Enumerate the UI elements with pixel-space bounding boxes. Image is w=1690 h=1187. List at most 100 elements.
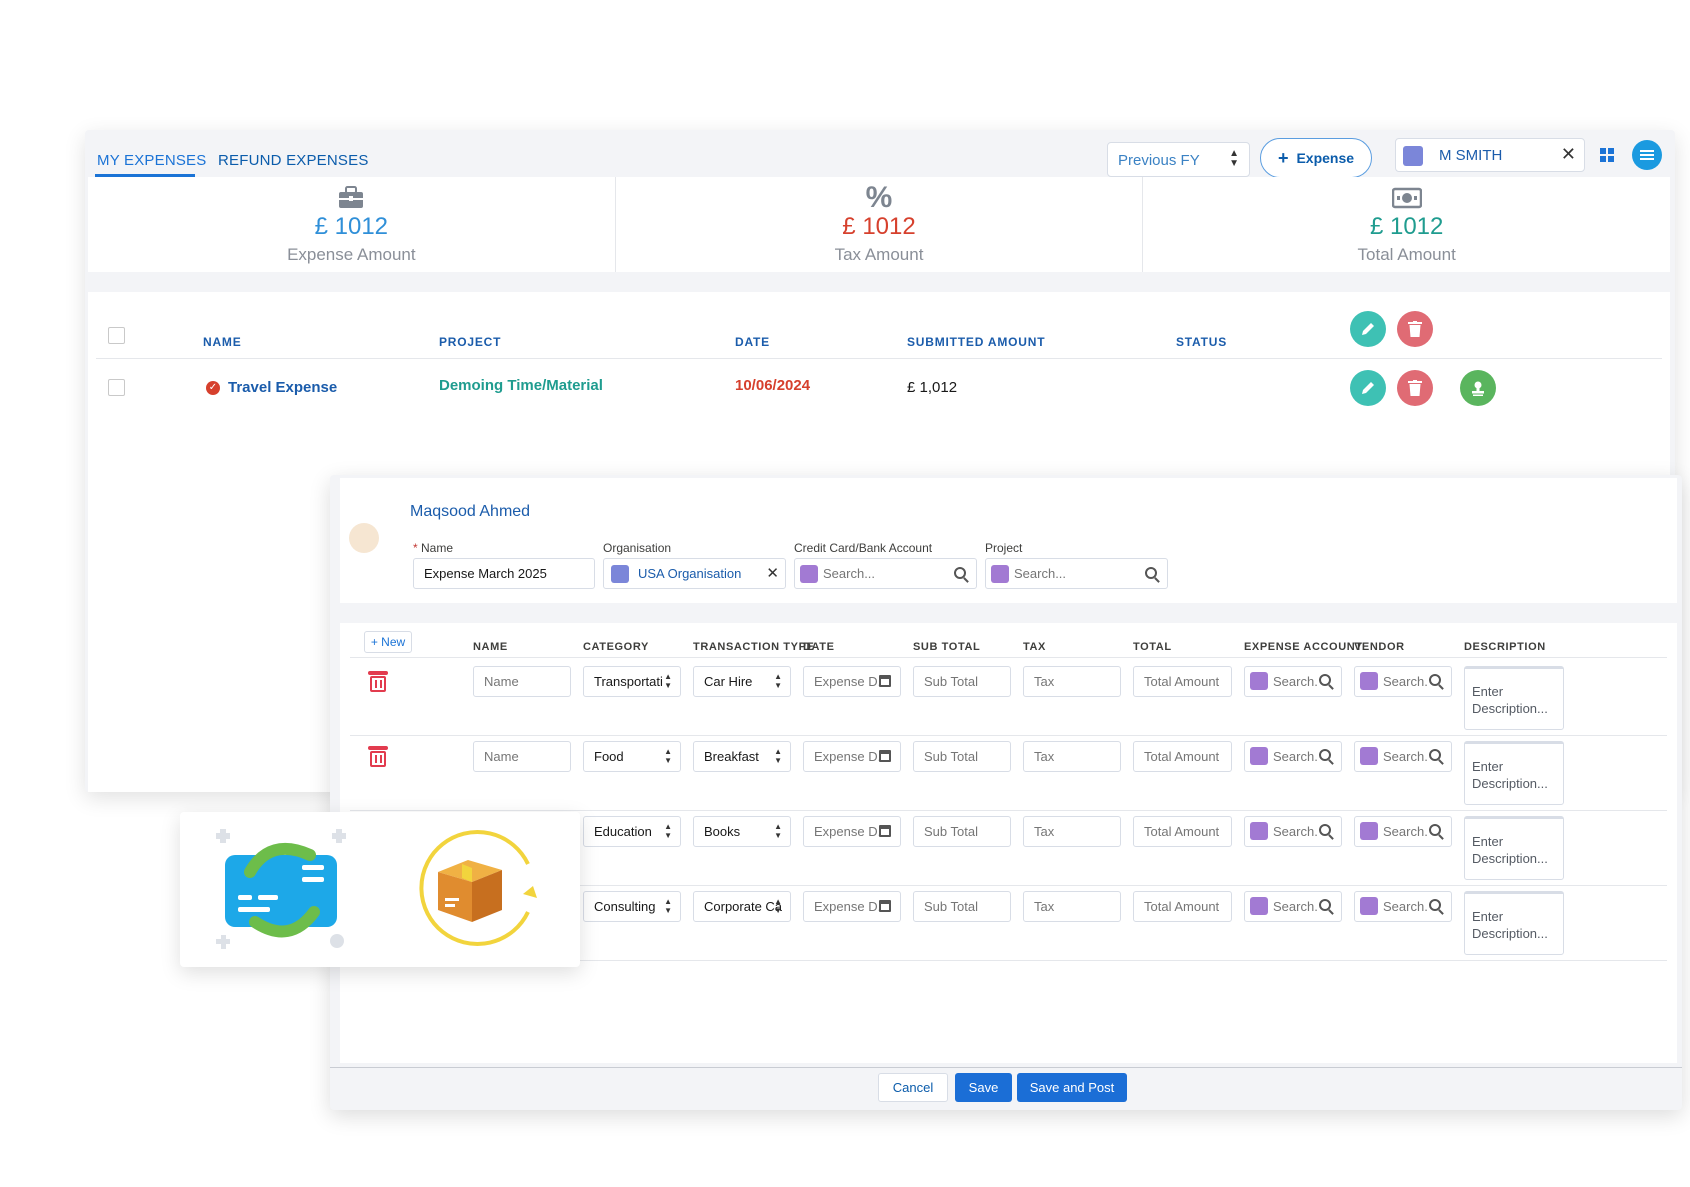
transaction-type-value: Books bbox=[704, 824, 741, 839]
claim-name-input[interactable]: Expense March 2025 bbox=[413, 558, 595, 589]
account-icon bbox=[1250, 747, 1268, 765]
description-textarea[interactable]: Enter Description... bbox=[1464, 666, 1564, 730]
tax-input[interactable]: Tax bbox=[1023, 891, 1121, 922]
vendor-lookup[interactable]: Search. bbox=[1354, 666, 1452, 697]
select-arrows-icon: ▲ ▼ bbox=[1229, 148, 1239, 169]
col-project-header[interactable]: PROJECT bbox=[439, 335, 501, 349]
vendor-lookup[interactable]: Search. bbox=[1354, 891, 1452, 922]
category-value: Education bbox=[594, 824, 652, 839]
col-submitted-header[interactable]: SUBMITTED AMOUNT bbox=[907, 335, 1045, 349]
total-input[interactable]: Total Amount bbox=[1133, 816, 1232, 847]
new-line-button[interactable]: + New bbox=[364, 631, 412, 653]
organisation-lookup[interactable]: USA Organisation ✕ bbox=[603, 558, 786, 589]
trash-icon bbox=[1408, 321, 1422, 337]
owner-name[interactable]: Maqsood Ahmed bbox=[410, 503, 530, 521]
approve-stamp-button[interactable] bbox=[1460, 370, 1496, 406]
tax-input[interactable]: Tax bbox=[1023, 816, 1121, 847]
list-view-icon[interactable] bbox=[1632, 140, 1662, 170]
select-all-checkbox[interactable] bbox=[108, 327, 125, 344]
category-select[interactable]: Transportati ▲ ▼ bbox=[583, 666, 681, 697]
category-select[interactable]: Education ▲ ▼ bbox=[583, 816, 681, 847]
select-arrows-icon: ▲ ▼ bbox=[664, 747, 672, 765]
subtotal-input[interactable]: Sub Total bbox=[913, 666, 1011, 697]
expense-name-link[interactable]: Travel Expense bbox=[228, 379, 337, 396]
select-arrows-icon: ▲ ▼ bbox=[774, 747, 782, 765]
stat-total-amount: £ 1012 Total Amount bbox=[1143, 177, 1670, 272]
vendor-lookup[interactable]: Search. bbox=[1354, 816, 1452, 847]
credit-card-placeholder: Search... bbox=[823, 566, 876, 581]
transaction-type-select[interactable]: Books ▲ ▼ bbox=[693, 816, 791, 847]
transaction-type-select[interactable]: Car Hire ▲ ▼ bbox=[693, 666, 791, 697]
transaction-type-value: Breakfast bbox=[704, 749, 759, 764]
description-textarea[interactable]: Enter Description... bbox=[1464, 816, 1564, 880]
project-lookup[interactable]: Search... bbox=[985, 558, 1168, 589]
delete-button[interactable] bbox=[1397, 370, 1433, 406]
save-and-post-button[interactable]: Save and Post bbox=[1017, 1073, 1127, 1102]
subtotal-input[interactable]: Sub Total bbox=[913, 741, 1011, 772]
date-placeholder: Expense D. bbox=[814, 674, 882, 689]
bulk-edit-button[interactable] bbox=[1350, 311, 1386, 347]
select-arrows-icon: ▲ ▼ bbox=[664, 822, 672, 840]
tax-input[interactable]: Tax bbox=[1023, 666, 1121, 697]
calendar-icon[interactable] bbox=[879, 825, 891, 837]
vendor-icon bbox=[1360, 747, 1378, 765]
line-name-input[interactable]: Name bbox=[473, 741, 571, 772]
line-date-input[interactable]: Expense D. bbox=[803, 816, 901, 847]
total-input[interactable]: Total Amount bbox=[1133, 741, 1232, 772]
vendor-lookup[interactable]: Search. bbox=[1354, 741, 1452, 772]
stamp-icon bbox=[1472, 381, 1484, 396]
save-button[interactable]: Save bbox=[955, 1073, 1012, 1102]
col-status-header[interactable]: STATUS bbox=[1176, 335, 1227, 349]
status-check-icon: ✓ bbox=[206, 381, 220, 395]
bulk-delete-button[interactable] bbox=[1397, 311, 1433, 347]
search-icon bbox=[1429, 749, 1441, 761]
description-textarea[interactable]: Enter Description... bbox=[1464, 741, 1564, 805]
cancel-button[interactable]: Cancel bbox=[878, 1073, 948, 1102]
line-date-input[interactable]: Expense D. bbox=[803, 891, 901, 922]
expense-account-lookup[interactable]: Search. bbox=[1244, 816, 1342, 847]
col-name-header[interactable]: NAME bbox=[203, 335, 242, 349]
search-icon bbox=[1429, 899, 1441, 911]
category-value: Consulting bbox=[594, 899, 656, 914]
transaction-type-select[interactable]: Breakfast ▲ ▼ bbox=[693, 741, 791, 772]
new-expense-button[interactable]: + Expense bbox=[1260, 138, 1372, 178]
expense-account-lookup[interactable]: Search. bbox=[1244, 666, 1342, 697]
total-input[interactable]: Total Amount bbox=[1133, 666, 1232, 697]
credit-card-lookup[interactable]: Search... bbox=[794, 558, 977, 589]
line-total-header: TOTAL bbox=[1133, 641, 1172, 653]
clear-filter-icon[interactable]: ✕ bbox=[1561, 144, 1576, 165]
subtotal-input[interactable]: Sub Total bbox=[913, 816, 1011, 847]
project-link[interactable]: Demoing Time/Material bbox=[439, 377, 603, 394]
line-date-input[interactable]: Expense D. bbox=[803, 666, 901, 697]
col-date-header[interactable]: DATE bbox=[735, 335, 770, 349]
subtotal-input[interactable]: Sub Total bbox=[913, 891, 1011, 922]
tax-input[interactable]: Tax bbox=[1023, 741, 1121, 772]
user-filter-lookup[interactable]: M SMITH ✕ bbox=[1395, 138, 1585, 172]
edit-button[interactable] bbox=[1350, 370, 1386, 406]
fiscal-year-select[interactable]: Previous FY ▲ ▼ bbox=[1107, 142, 1250, 177]
clear-organisation-icon[interactable]: ✕ bbox=[766, 564, 779, 582]
fiscal-year-value: Previous FY bbox=[1118, 152, 1200, 169]
category-select[interactable]: Consulting ▲ ▼ bbox=[583, 891, 681, 922]
total-input[interactable]: Total Amount bbox=[1133, 891, 1232, 922]
category-select[interactable]: Food ▲ ▼ bbox=[583, 741, 681, 772]
money-icon bbox=[1143, 185, 1670, 211]
calendar-icon[interactable] bbox=[879, 900, 891, 912]
description-textarea[interactable]: Enter Description... bbox=[1464, 891, 1564, 955]
name-field-label: * Name bbox=[413, 541, 454, 555]
delete-line-icon[interactable] bbox=[368, 671, 388, 693]
calendar-icon[interactable] bbox=[879, 675, 891, 687]
calendar-icon[interactable] bbox=[879, 750, 891, 762]
grid-view-icon[interactable] bbox=[1600, 148, 1614, 162]
transaction-type-select[interactable]: Corporate Ca ▲ ▼ bbox=[693, 891, 791, 922]
delete-line-icon[interactable] bbox=[368, 746, 388, 768]
line-name-header: NAME bbox=[473, 641, 508, 653]
row-checkbox[interactable] bbox=[108, 379, 125, 396]
tab-my-expenses[interactable]: MY EXPENSES bbox=[97, 152, 206, 169]
line-date-input[interactable]: Expense D. bbox=[803, 741, 901, 772]
expense-date: 10/06/2024 bbox=[735, 377, 811, 394]
line-name-input[interactable]: Name bbox=[473, 666, 571, 697]
expense-account-lookup[interactable]: Search. bbox=[1244, 741, 1342, 772]
tab-refund-expenses[interactable]: REFUND EXPENSES bbox=[218, 152, 369, 169]
expense-account-lookup[interactable]: Search. bbox=[1244, 891, 1342, 922]
